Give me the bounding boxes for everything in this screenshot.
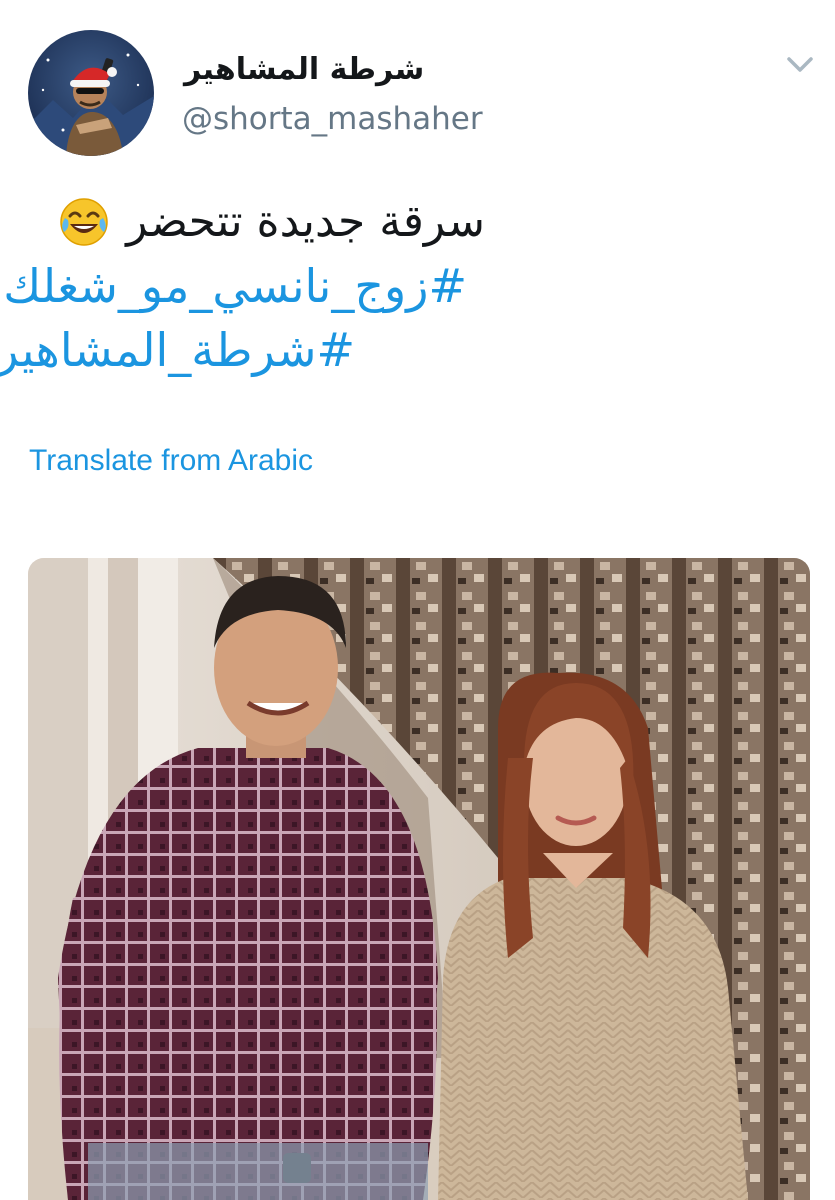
username[interactable]: @shorta_mashaher bbox=[182, 99, 483, 139]
tweet-menu-button[interactable] bbox=[780, 48, 820, 82]
tweet-photo[interactable] bbox=[28, 558, 810, 1200]
translate-link[interactable]: Translate from Arabic bbox=[29, 441, 313, 481]
avatar[interactable] bbox=[28, 30, 154, 156]
hashtag-link[interactable]: #زوج_نانسي_مو_شغلك bbox=[3, 256, 467, 316]
face-with-tears-of-joy-icon bbox=[58, 196, 110, 248]
display-name[interactable]: شرطة المشاهير bbox=[184, 50, 424, 90]
tweet-text-line: سرقة جديدة تتحضر bbox=[58, 192, 485, 252]
santa-hat-avatar-icon bbox=[28, 53, 154, 156]
chevron-down-icon bbox=[787, 57, 813, 72]
hashtag-link[interactable]: #شرطة_المشاهير bbox=[0, 320, 355, 380]
photo-image bbox=[28, 558, 810, 1200]
tweet-card: شرطة المشاهير @shorta_mashaher سرقة جديد… bbox=[0, 0, 835, 1200]
tweet-text: سرقة جديدة تتحضر bbox=[126, 196, 485, 247]
